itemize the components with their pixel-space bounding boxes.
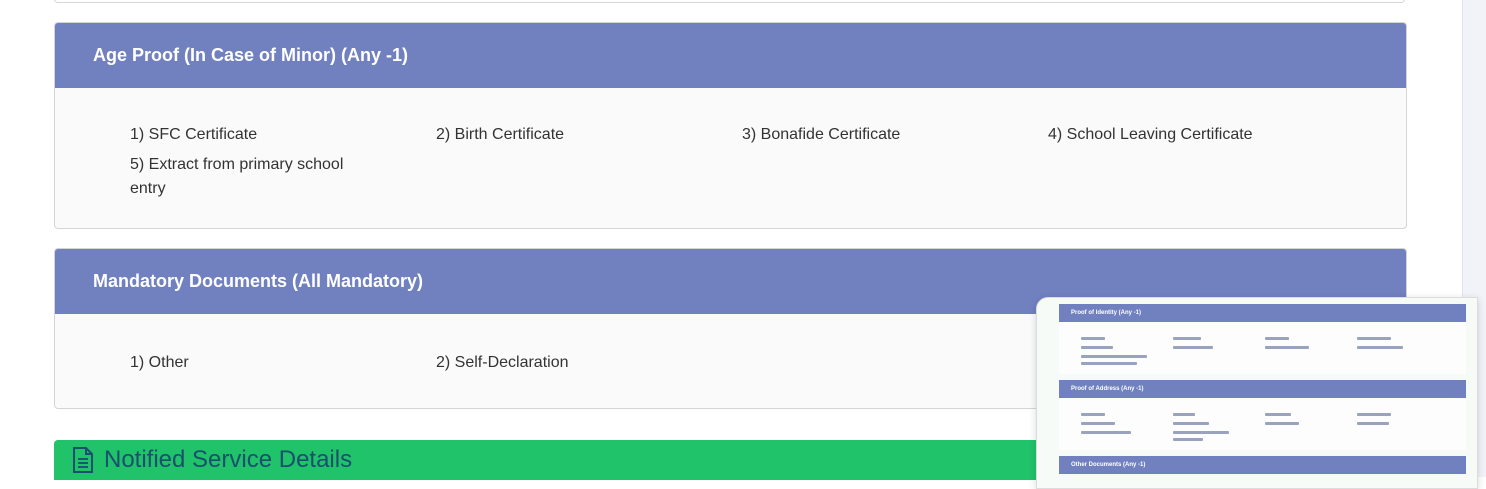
preview-other-header: Other Documents (Any -1) <box>1059 456 1466 474</box>
notified-service-title: Notified Service Details <box>104 446 353 473</box>
age-proof-item-2: 2) Birth Certificate <box>436 126 565 143</box>
preview-identity-body <box>1059 322 1466 374</box>
mandatory-item-1: 1) Other <box>130 354 189 371</box>
age-proof-section: Age Proof (In Case of Minor) (Any -1) 1)… <box>54 22 1407 229</box>
age-proof-item-3: 3) Bonafide Certificate <box>742 126 901 143</box>
preview-address-body <box>1059 398 1466 450</box>
age-proof-item-5: 5) Extract from primary school entry <box>130 156 344 197</box>
preview-identity-header: Proof of Identity (Any -1) <box>1059 304 1466 322</box>
mandatory-item-2: 2) Self-Declaration <box>436 354 569 371</box>
age-proof-item-4: 4) School Leaving Certificate <box>1048 126 1253 143</box>
page-preview-thumbnail[interactable]: Proof of Identity (Any -1) Proof of Addr… <box>1036 297 1478 489</box>
age-proof-header: Age Proof (In Case of Minor) (Any -1) <box>55 23 1406 88</box>
previous-section-bottom <box>54 0 1405 3</box>
preview-address-header: Proof of Address (Any -1) <box>1059 380 1466 398</box>
document-icon <box>73 447 93 473</box>
age-proof-item-1: 1) SFC Certificate <box>130 126 258 143</box>
